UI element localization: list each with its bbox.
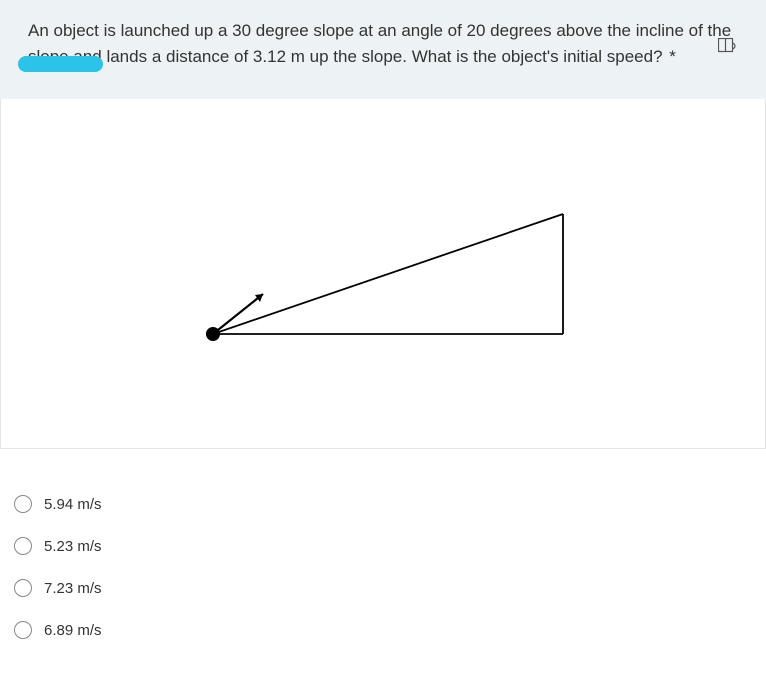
question-image-area xyxy=(0,99,766,449)
radio-icon xyxy=(14,495,32,513)
required-asterisk: * xyxy=(669,47,676,66)
option-d[interactable]: 6.89 m/s xyxy=(14,609,752,651)
answer-options: 5.94 m/s 5.23 m/s 7.23 m/s 6.89 m/s xyxy=(0,477,766,657)
radio-icon xyxy=(14,537,32,555)
option-label: 6.89 m/s xyxy=(44,622,102,639)
option-a[interactable]: 5.94 m/s xyxy=(14,483,752,525)
question-body: An object is launched up a 30 degree slo… xyxy=(28,21,731,66)
radio-icon xyxy=(14,579,32,597)
question-text: An object is launched up a 30 degree slo… xyxy=(28,18,738,69)
option-label: 5.23 m/s xyxy=(44,538,102,555)
option-c[interactable]: 7.23 m/s xyxy=(14,567,752,609)
immersive-reader-icon[interactable] xyxy=(718,38,738,59)
option-b[interactable]: 5.23 m/s xyxy=(14,525,752,567)
question-header: An object is launched up a 30 degree slo… xyxy=(0,0,766,99)
highlight-mark xyxy=(18,56,103,72)
option-label: 5.94 m/s xyxy=(44,496,102,513)
radio-icon xyxy=(14,621,32,639)
option-label: 7.23 m/s xyxy=(44,580,102,597)
incline-diagram xyxy=(193,184,573,364)
